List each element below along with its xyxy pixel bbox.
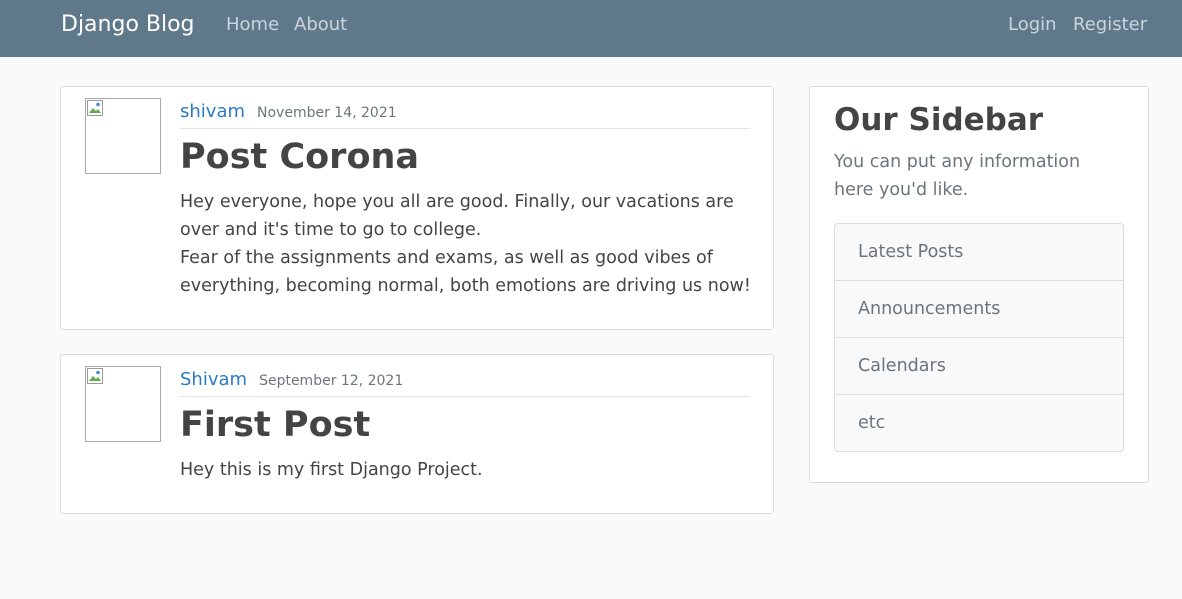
sidebar: Our Sidebar You can put any information … bbox=[809, 86, 1149, 483]
post-card: shivam November 14, 2021 Post Corona Hey … bbox=[60, 86, 774, 330]
sidebar-list: Latest Posts Announcements Calendars etc bbox=[834, 223, 1124, 452]
post-title-link[interactable]: First Post bbox=[180, 405, 370, 445]
post-date: September 12, 2021 bbox=[259, 373, 404, 389]
brand-logo-link[interactable]: Django Blog bbox=[61, 12, 195, 37]
post-card: Shivam September 12, 2021 First Post Hey … bbox=[60, 354, 774, 514]
nav-login-link[interactable]: Login bbox=[1008, 14, 1057, 35]
author-avatar bbox=[85, 366, 161, 442]
sidebar-description: You can put any information here you'd l… bbox=[834, 152, 1081, 200]
sidebar-item-calendars[interactable]: Calendars bbox=[835, 338, 1123, 395]
post-date: November 14, 2021 bbox=[257, 105, 397, 121]
post-author-link[interactable]: shivam bbox=[180, 101, 245, 122]
nav-about-link[interactable]: About bbox=[294, 14, 347, 35]
post-content: Hey everyone, hope you all are good. Fin… bbox=[180, 188, 755, 300]
nav-register-link[interactable]: Register bbox=[1073, 14, 1147, 35]
author-avatar bbox=[85, 98, 161, 174]
post-meta: shivam November 14, 2021 bbox=[180, 101, 750, 129]
post-content-line: Fear of the assignments and exams, as we… bbox=[180, 248, 751, 296]
post-title-link[interactable]: Post Corona bbox=[180, 137, 419, 177]
sidebar-title: Our Sidebar bbox=[834, 102, 1044, 138]
post-content: Hey this is my first Django Project. bbox=[180, 460, 483, 480]
top-navbar: Django Blog Home About Login Register bbox=[0, 0, 1182, 57]
post-meta: Shivam September 12, 2021 bbox=[180, 369, 750, 397]
sidebar-item-latest-posts[interactable]: Latest Posts bbox=[835, 224, 1123, 281]
post-author-link[interactable]: Shivam bbox=[180, 369, 247, 390]
sidebar-item-announcements[interactable]: Announcements bbox=[835, 281, 1123, 338]
nav-home-link[interactable]: Home bbox=[226, 14, 279, 35]
post-content-line: Hey everyone, hope you all are good. Fin… bbox=[180, 192, 734, 240]
sidebar-item-etc[interactable]: etc bbox=[835, 395, 1123, 451]
